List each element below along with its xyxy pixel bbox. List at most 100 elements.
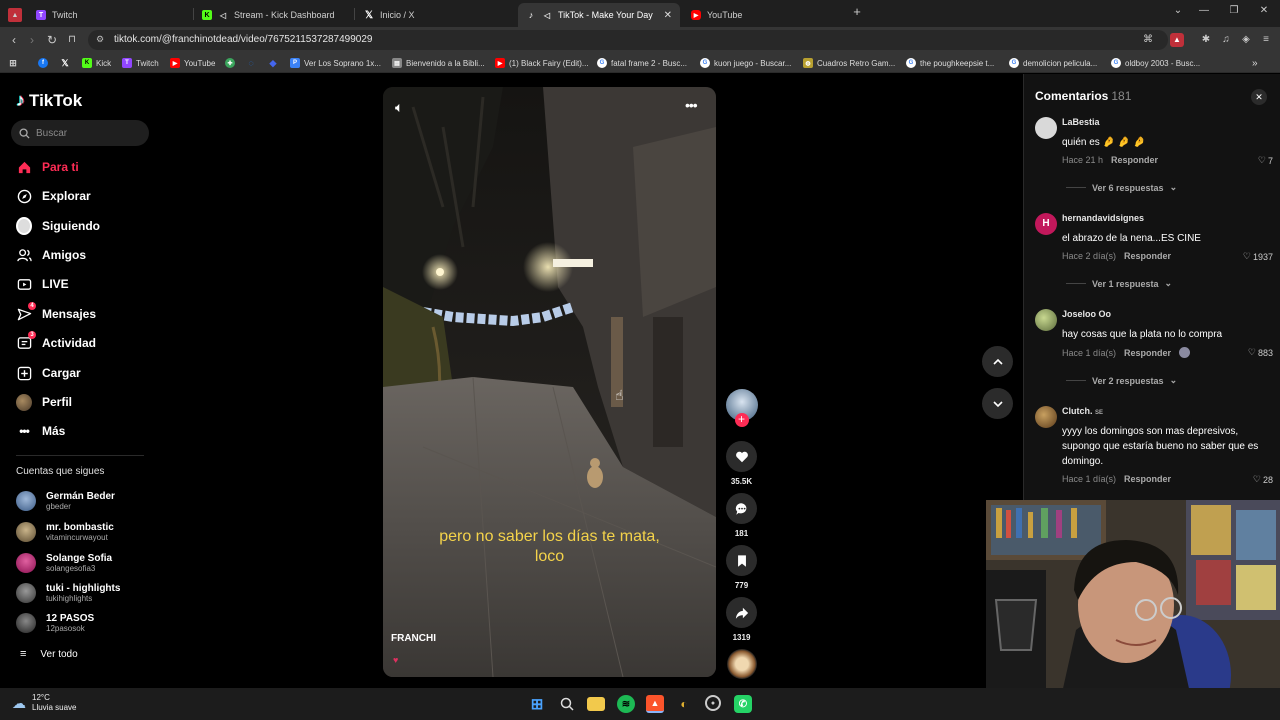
nav-live[interactable]: LIVE (0, 271, 150, 297)
bookmark-apps[interactable]: ⊞ (8, 56, 18, 70)
comment-like-button[interactable]: ♡ 883 (1248, 347, 1273, 358)
extensions-icon[interactable]: ✱ (1198, 32, 1214, 48)
search-icon[interactable] (558, 695, 576, 713)
next-video-button[interactable] (982, 388, 1013, 419)
windows-start-icon[interactable]: ⊞ (528, 695, 546, 713)
obs-icon[interactable]: ● (705, 695, 721, 711)
tab-kick[interactable]: K ◁ Stream - Kick Dashboard (194, 3, 354, 27)
more-options-icon[interactable]: ••• (685, 97, 698, 113)
reload-icon[interactable]: ↻ (44, 32, 60, 48)
comment-like-button[interactable]: ♡ 7 (1258, 155, 1273, 166)
forward-icon[interactable]: › (24, 32, 40, 48)
nav-mas[interactable]: ••• Más (0, 418, 150, 444)
new-tab-icon[interactable]: + (849, 4, 865, 19)
folder-icon[interactable] (587, 697, 605, 711)
share-button[interactable]: 1319 (725, 597, 758, 642)
tab-x[interactable]: 𝕏 Inicio / X (356, 3, 516, 27)
following-item[interactable]: mr. bombastic vitamincurwayout (16, 519, 146, 545)
bookmark-oldboy[interactable]: Goldboy 2003 - Busc... (1111, 56, 1200, 70)
close-comments-icon[interactable]: ✕ (1251, 89, 1267, 105)
bookmark-blue2[interactable]: ◆ (268, 56, 278, 70)
tab-search-icon[interactable]: ⌄ (1170, 5, 1186, 16)
following-item[interactable]: Germán Beder gbeder (16, 488, 146, 514)
nav-cargar[interactable]: Cargar (0, 360, 150, 386)
comment-like-button[interactable]: ♡ 1937 (1243, 251, 1273, 262)
bookmark-biblioteca[interactable]: ▤ Bienvenido a la Bibli... (392, 56, 485, 70)
video-player[interactable]: 🔈︎ ••• pero no saber los días te mata, l… (383, 87, 716, 677)
sound-disc-button[interactable] (725, 649, 758, 679)
comment-user[interactable]: hernandavidsignes (1062, 213, 1144, 223)
comment-button[interactable]: 181 (725, 493, 758, 538)
bookmark-icon[interactable]: ⊓ (64, 32, 80, 48)
tab-twitch[interactable]: T Twitch (28, 3, 193, 27)
maximize-icon[interactable]: ❐ (1226, 5, 1242, 16)
save-button[interactable]: 779 (725, 545, 758, 590)
nav-siguiendo[interactable]: Siguiendo (0, 213, 150, 239)
search-input[interactable] (36, 127, 136, 139)
nav-perfil[interactable]: Perfil (0, 389, 150, 415)
like-button[interactable]: 35.5K (725, 441, 758, 486)
brave-icon[interactable]: ▲ (646, 695, 664, 713)
bookmark-soprano[interactable]: P Ver Los Soprano 1x... (290, 56, 381, 70)
see-all-button[interactable]: ≡ Ver todo (20, 648, 78, 660)
view-replies-button[interactable]: Ver 6 respuestas ⌄ (1066, 182, 1177, 193)
creator-avatar-button[interactable]: + (725, 389, 758, 427)
reply-button[interactable]: Responder (1111, 155, 1158, 165)
nav-amigos[interactable]: Amigos (0, 242, 150, 268)
bookmark-green[interactable]: ✚ (225, 56, 235, 70)
comment-user[interactable]: LaBestia (1062, 117, 1100, 127)
reply-button[interactable]: Responder (1124, 251, 1171, 261)
bookmark-demolicion[interactable]: Gdemolicion pelicula... (1009, 56, 1097, 70)
tab-tiktok[interactable]: ♪ ◁ TikTok - Make Your Day ✕ (518, 3, 680, 27)
close-window-icon[interactable]: ✕ (1256, 5, 1272, 16)
following-item[interactable]: 12 PASOS 12pasosok (16, 610, 146, 636)
nav-mensajes[interactable]: 4 Mensajes (0, 301, 150, 327)
weather-widget[interactable]: ☁ 12°C Lluvia suave (12, 693, 76, 713)
bookmark-youtube[interactable]: ▶ YouTube (170, 56, 215, 70)
nav-actividad[interactable]: 3 Actividad (0, 330, 150, 356)
bookmark-twitch[interactable]: T Twitch (122, 56, 159, 70)
avatar[interactable] (1035, 406, 1057, 428)
volume-icon[interactable]: 🔈︎ (395, 99, 403, 116)
translate-icon[interactable]: ⌘ (1140, 32, 1156, 48)
avatar[interactable]: H (1035, 213, 1057, 235)
video-author[interactable]: FRANCHI (391, 633, 436, 644)
tab-youtube[interactable]: ▶ YouTube (683, 3, 848, 27)
bookmark-kick[interactable]: K Kick (82, 56, 111, 70)
bookmark-kuon[interactable]: Gkuon juego - Buscar... (700, 56, 791, 70)
follow-plus-icon[interactable]: + (734, 413, 749, 427)
nav-para-ti[interactable]: Para ti (0, 154, 150, 180)
menu-icon[interactable]: ≡ (1258, 32, 1274, 48)
whatsapp-icon[interactable]: ✆ (734, 695, 752, 713)
brave-shield-icon[interactable]: ▲ (1170, 33, 1184, 47)
reply-button[interactable]: Responder (1124, 474, 1171, 484)
bookmark-x[interactable]: 𝕏 (60, 56, 70, 70)
view-replies-button[interactable]: Ver 2 respuestas ⌄ (1066, 375, 1177, 386)
tiktok-logo[interactable]: ♪ TikTok (16, 90, 82, 111)
bookmark-black-fairy[interactable]: ▶ (1) Black Fairy (Edit)... (495, 56, 589, 70)
bookmark-cuadros[interactable]: ◍ Cuadros Retro Gam... (803, 56, 895, 70)
browser-menu-button[interactable]: ▲ (8, 3, 26, 27)
spotify-icon[interactable]: ≋ (617, 695, 635, 713)
search-box[interactable] (11, 120, 149, 146)
comment-like-button[interactable]: ♡ 28 (1253, 474, 1273, 485)
comment-user[interactable]: Clutch. SE (1062, 406, 1103, 416)
view-replies-button[interactable]: Ver 1 respuesta ⌄ (1066, 278, 1172, 289)
reply-button[interactable]: Responder (1124, 348, 1171, 358)
previous-video-button[interactable] (982, 346, 1013, 377)
bookmark-blue[interactable]: ◌ (246, 56, 256, 70)
bookmark-poughkeepsie[interactable]: Gthe poughkeepsie t... (906, 56, 994, 70)
following-item[interactable]: tuki - highlights tukihighlights (16, 580, 146, 606)
address-bar[interactable]: ⚙ tiktok.com/@franchinotdead/video/76752… (88, 30, 1168, 50)
app-icon[interactable]: ◐ (675, 695, 693, 713)
media-icon[interactable]: ♫ (1218, 32, 1234, 48)
nav-explorar[interactable]: Explorar (0, 183, 150, 209)
vpn-icon[interactable]: ◈ (1238, 32, 1254, 48)
comment-user[interactable]: Joseloo Oo (1062, 309, 1111, 319)
back-icon[interactable]: ‹ (6, 32, 22, 48)
avatar[interactable] (1035, 309, 1057, 331)
more-bookmarks-icon[interactable]: » (1252, 56, 1258, 70)
close-tab-icon[interactable]: ✕ (664, 10, 672, 21)
site-info-icon[interactable]: ⚙ (96, 34, 104, 45)
bookmark-fatal-frame[interactable]: Gfatal frame 2 - Busc... (597, 56, 687, 70)
